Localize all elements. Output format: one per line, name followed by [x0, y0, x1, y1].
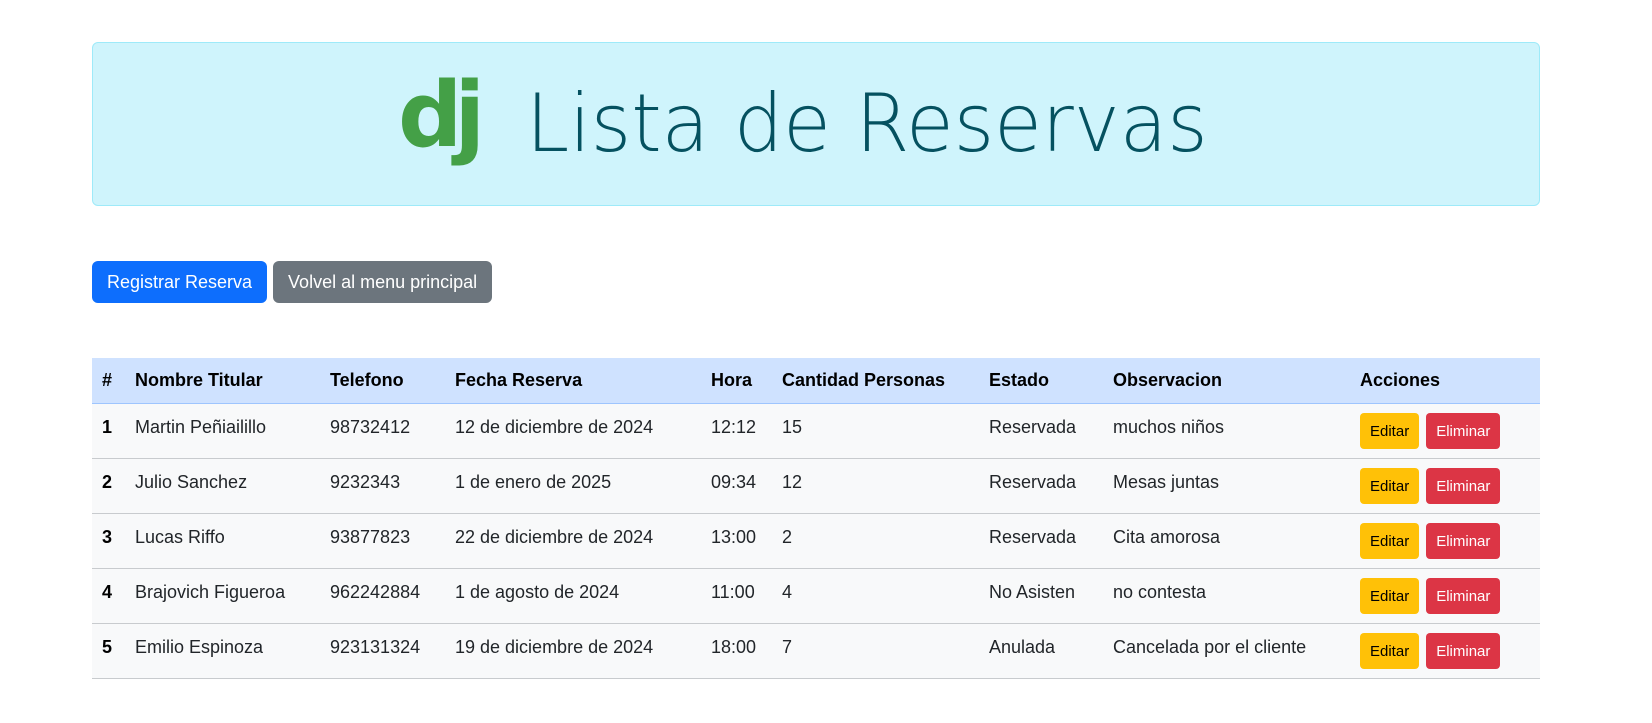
row-actions: Editar Eliminar [1350, 458, 1540, 514]
row-hora: 18:00 [711, 636, 757, 657]
page-title: Lista de Reservas [525, 77, 1208, 170]
row-actions: Editar Eliminar [1350, 403, 1540, 459]
row-observacion: muchos niños [1113, 416, 1225, 437]
row-estado: Reservada [989, 526, 1077, 547]
row-cantidad: 7 [782, 636, 793, 657]
row-actions: Editar Eliminar [1350, 513, 1540, 569]
back-to-main-menu-button[interactable]: Volvel al menu principal [273, 261, 493, 303]
row-nombre: Brajovich Figueroa [135, 581, 286, 602]
delete-button[interactable]: Eliminar [1426, 523, 1501, 559]
row-hora: 13:00 [711, 526, 757, 547]
row-fecha: 22 de diciembre de 2024 [455, 526, 654, 547]
table-row: 2 Julio Sanchez 9232343 1 de enero de 20… [92, 458, 1540, 514]
table-row: 1 Martin Peñiailillo 98732412 12 de dici… [92, 403, 1540, 459]
row-telefono: 923131324 [330, 636, 421, 657]
table-row: 5 Emilio Espinoza 923131324 19 de diciem… [92, 623, 1540, 679]
django-logo-icon: dj [400, 74, 486, 168]
row-fecha: 12 de diciembre de 2024 [455, 416, 654, 437]
delete-button[interactable]: Eliminar [1426, 578, 1501, 614]
row-cantidad: 4 [782, 581, 793, 602]
row-hora: 09:34 [711, 471, 757, 492]
row-fecha: 1 de agosto de 2024 [455, 581, 620, 602]
row-fecha: 1 de enero de 2025 [455, 471, 612, 492]
row-nombre: Martin Peñiailillo [135, 416, 267, 437]
row-telefono: 962242884 [330, 581, 421, 602]
row-nombre: Julio Sanchez [135, 471, 248, 492]
row-index: 2 [102, 471, 113, 492]
row-hora: 12:12 [711, 416, 757, 437]
table-body: 1 Martin Peñiailillo 98732412 12 de dici… [92, 403, 1540, 679]
reservations-table: # Nombre Titular Telefono Fecha Reserva … [92, 358, 1540, 679]
row-index: 1 [102, 416, 113, 437]
row-estado: Reservada [989, 416, 1077, 437]
row-nombre: Lucas Riffo [135, 526, 225, 547]
column-header-cantidad: Cantidad Personas [772, 358, 979, 404]
column-header-fecha: Fecha Reserva [445, 358, 701, 404]
row-estado: No Asisten [989, 581, 1076, 602]
row-actions: Editar Eliminar [1350, 568, 1540, 624]
row-fecha: 19 de diciembre de 2024 [455, 636, 654, 657]
column-header-nombre: Nombre Titular [125, 358, 320, 404]
row-telefono: 93877823 [330, 526, 411, 547]
row-index: 5 [102, 636, 113, 657]
row-estado: Anulada [989, 636, 1056, 657]
row-nombre: Emilio Espinoza [135, 636, 264, 657]
page-container: dj Lista de Reservas Registrar Reserva V… [92, 42, 1540, 679]
row-observacion: Cancelada por el cliente [1113, 636, 1307, 657]
table-row: 4 Brajovich Figueroa 962242884 1 de agos… [92, 568, 1540, 624]
row-cantidad: 15 [782, 416, 803, 437]
delete-button[interactable]: Eliminar [1426, 468, 1501, 504]
row-observacion: Cita amorosa [1113, 526, 1221, 547]
delete-button[interactable]: Eliminar [1426, 413, 1501, 449]
row-index: 3 [102, 526, 113, 547]
banner-content: dj Lista de Reservas [400, 74, 1229, 174]
column-header-estado: Estado [979, 358, 1103, 404]
edit-button[interactable]: Editar [1360, 633, 1420, 669]
row-cantidad: 2 [782, 526, 793, 547]
row-cantidad: 12 [782, 471, 803, 492]
row-telefono: 9232343 [330, 471, 401, 492]
row-estado: Reservada [989, 471, 1077, 492]
page-header-banner: dj Lista de Reservas [92, 42, 1540, 206]
register-reservation-button[interactable]: Registrar Reserva [92, 261, 268, 303]
edit-button[interactable]: Editar [1360, 523, 1420, 559]
edit-button[interactable]: Editar [1360, 413, 1420, 449]
row-observacion: no contesta [1113, 581, 1207, 602]
edit-button[interactable]: Editar [1360, 468, 1420, 504]
row-telefono: 98732412 [330, 416, 411, 437]
column-header-hora: Hora [701, 358, 772, 404]
django-logo-text: dj [400, 74, 478, 168]
table-header: # Nombre Titular Telefono Fecha Reserva … [92, 358, 1540, 404]
column-header-index: # [92, 358, 125, 404]
toolbar: Registrar Reserva Volvel al menu princip… [92, 261, 1540, 303]
column-header-telefono: Telefono [320, 358, 445, 404]
row-observacion: Mesas juntas [1113, 471, 1220, 492]
delete-button[interactable]: Eliminar [1426, 633, 1501, 669]
column-header-acciones: Acciones [1350, 358, 1540, 404]
row-actions: Editar Eliminar [1350, 623, 1540, 679]
row-index: 4 [102, 581, 113, 602]
row-hora: 11:00 [711, 581, 755, 602]
edit-button[interactable]: Editar [1360, 578, 1420, 614]
table-row: 3 Lucas Riffo 93877823 22 de diciembre d… [92, 513, 1540, 569]
column-header-observacion: Observacion [1103, 358, 1350, 404]
table-header-row: # Nombre Titular Telefono Fecha Reserva … [92, 358, 1540, 404]
